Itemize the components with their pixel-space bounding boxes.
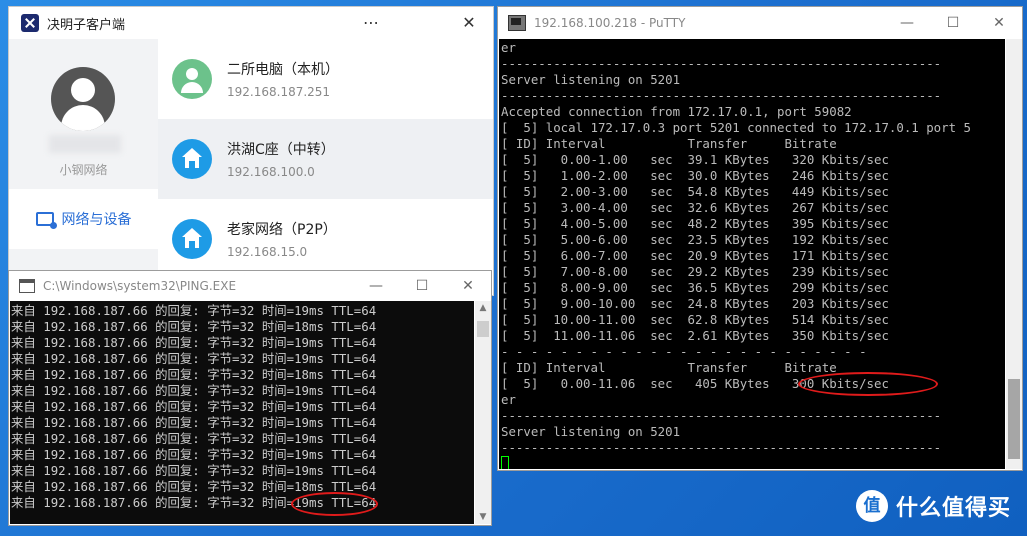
device-ip: 192.168.187.251 [227, 85, 331, 99]
device-name: 老家网络（P2P） [227, 222, 337, 238]
device-item[interactable]: 洪湖C座（中转） 192.168.100.0 [158, 119, 493, 199]
device-name: 洪湖C座（中转） [227, 142, 335, 158]
terminal-line: [ 5] 7.00-8.00 sec 29.2 KBytes 239 Kbits… [501, 264, 889, 279]
client-sidebar: 小钢网络 网络与设备 [9, 39, 158, 295]
more-icon[interactable]: ⋯ [357, 13, 385, 33]
terminal-line: ----------------------------------------… [501, 408, 942, 423]
putty-scrollbar[interactable] [1006, 39, 1022, 469]
terminal-line: [ ID] Interval Transfer Bitrate [501, 136, 837, 151]
username: 小钢网络 [59, 163, 108, 177]
highlight-ellipse-ping-time [291, 492, 378, 516]
terminal-line: er [501, 40, 516, 55]
putty-icon [508, 15, 526, 31]
ping-reply-line: 来自 192.168.187.66 的回复: 字节=32 时间=19ms TTL… [11, 447, 377, 462]
ping-reply-line: 来自 192.168.187.66 的回复: 字节=32 时间=18ms TTL… [11, 367, 377, 382]
terminal-line: ----------------------------------------… [501, 88, 942, 103]
device-name: 二所电脑（本机） [227, 62, 339, 78]
device-item[interactable]: 老家网络（P2P） 192.168.15.0 [158, 199, 493, 279]
terminal-line: [ 5] 3.00-4.00 sec 32.6 KBytes 267 Kbits… [501, 200, 889, 215]
ping-reply-line: 来自 192.168.187.66 的回复: 字节=32 时间=19ms TTL… [11, 303, 377, 318]
app-logo-icon [21, 14, 39, 32]
terminal-line: Accepted connection from 172.17.0.1, por… [501, 104, 852, 119]
ping-reply-line: 来自 192.168.187.66 的回复: 字节=32 时间=19ms TTL… [11, 463, 377, 478]
close-button[interactable]: ✕ [445, 271, 491, 301]
ping-reply-line: 来自 192.168.187.66 的回复: 字节=32 时间=18ms TTL… [11, 319, 377, 334]
terminal-line: [ 5] 8.00-9.00 sec 36.5 KBytes 299 Kbits… [501, 280, 889, 295]
maximize-button[interactable]: ☐ [399, 271, 445, 301]
terminal-line: [ 5] 9.00-10.00 sec 24.8 KBytes 203 Kbit… [501, 296, 889, 311]
putty-terminal[interactable]: er --------------------------------------… [499, 39, 1005, 469]
nav-network-devices[interactable]: 网络与设备 [9, 189, 158, 249]
person-icon [172, 59, 212, 99]
terminal-line: - - - - - - - - - - - - - - - - - - - - … [501, 344, 867, 359]
ping-reply-line: 来自 192.168.187.66 的回复: 字节=32 时间=19ms TTL… [11, 415, 377, 430]
terminal-line: [ 5] 0.00-1.00 sec 39.1 KBytes 320 Kbits… [501, 152, 889, 167]
ping-scroll-thumb[interactable] [477, 321, 489, 337]
terminal-line: ----------------------------------------… [501, 56, 942, 71]
device-list: 二所电脑（本机） 192.168.187.251 洪湖C座（中转） 192.16… [158, 39, 493, 295]
nav-network-devices-label: 网络与设备 [61, 212, 132, 228]
terminal-line: [ 5] 2.00-3.00 sec 54.8 KBytes 449 Kbits… [501, 184, 889, 199]
terminal-line: Server listening on 5201 [501, 72, 681, 87]
close-icon[interactable]: ✕ [455, 13, 483, 33]
cmd-icon [19, 279, 35, 293]
ping-reply-line: 来自 192.168.187.66 的回复: 字节=32 时间=19ms TTL… [11, 351, 377, 366]
putty-scroll-thumb[interactable] [1008, 379, 1020, 459]
putty-window: 192.168.100.218 - PuTTY — ☐ ✕ er --------… [497, 6, 1023, 471]
ping-scrollbar[interactable]: ▲ ▼ [475, 301, 491, 524]
minimize-button[interactable]: — [353, 271, 399, 301]
terminal-line: [ 5] local 172.17.0.3 port 5201 connecte… [501, 120, 971, 135]
ping-reply-line: 来自 192.168.187.66 的回复: 字节=32 时间=19ms TTL… [11, 335, 377, 350]
terminal-line: [ 5] 5.00-6.00 sec 23.5 KBytes 192 Kbits… [501, 232, 889, 247]
scroll-up-icon[interactable]: ▲ [475, 303, 491, 313]
minimize-button[interactable]: — [884, 7, 930, 39]
blurred-account-name [49, 135, 121, 153]
device-ip: 192.168.15.0 [227, 245, 308, 259]
close-button[interactable]: ✕ [976, 7, 1022, 39]
device-ip: 192.168.100.0 [227, 165, 315, 179]
client-title: 决明子客户端 [47, 17, 126, 33]
maximize-button[interactable]: ☐ [930, 7, 976, 39]
ping-window: C:\Windows\system32\PING.EXE — ☐ ✕ 来自 19… [8, 270, 492, 526]
terminal-line: Server listening on 5201 [501, 424, 681, 439]
ping-reply-line: 来自 192.168.187.66 的回复: 字节=32 时间=19ms TTL… [11, 431, 377, 446]
ping-titlebar[interactable]: C:\Windows\system32\PING.EXE — ☐ ✕ [9, 271, 491, 301]
home-icon [172, 139, 212, 179]
client-window: 决明子客户端 ⋯ ✕ 小钢网络 网络与设备 二所电脑（本机） 192.168.1… [8, 6, 494, 296]
terminal-line: ----------------------------------------… [501, 440, 942, 455]
avatar[interactable] [51, 67, 115, 131]
terminal-cursor [501, 456, 509, 469]
ping-reply-line: 来自 192.168.187.66 的回复: 字节=32 时间=19ms TTL… [11, 383, 377, 398]
putty-titlebar[interactable]: 192.168.100.218 - PuTTY — ☐ ✕ [498, 7, 1022, 39]
device-item[interactable]: 二所电脑（本机） 192.168.187.251 [158, 39, 493, 119]
ping-console[interactable]: 来自 192.168.187.66 的回复: 字节=32 时间=19ms TTL… [10, 301, 474, 524]
client-titlebar[interactable]: 决明子客户端 ⋯ ✕ [9, 7, 493, 39]
ping-title: C:\Windows\system32\PING.EXE [43, 279, 237, 293]
highlight-ellipse-bitrate [798, 372, 938, 396]
terminal-line: [ ID] Interval Transfer Bitrate [501, 360, 837, 375]
network-device-icon [35, 212, 57, 229]
watermark: 什么值得买 [856, 490, 1011, 522]
terminal-line: [ 5] 4.00-5.00 sec 48.2 KBytes 395 Kbits… [501, 216, 889, 231]
terminal-line: er [501, 392, 516, 407]
putty-title: 192.168.100.218 - PuTTY [534, 16, 686, 30]
scroll-down-icon[interactable]: ▼ [475, 512, 491, 522]
watermark-text: 什么值得买 [896, 496, 1012, 521]
terminal-line: [ 5] 1.00-2.00 sec 30.0 KBytes 246 Kbits… [501, 168, 889, 183]
terminal-line: [ 5] 10.00-11.00 sec 62.8 KBytes 514 Kbi… [501, 312, 889, 327]
terminal-line: [ 5] 6.00-7.00 sec 20.9 KBytes 171 Kbits… [501, 248, 889, 263]
terminal-line: [ 5] 11.00-11.06 sec 2.61 KBytes 350 Kbi… [501, 328, 889, 343]
home-icon [172, 219, 212, 259]
ping-reply-line: 来自 192.168.187.66 的回复: 字节=32 时间=19ms TTL… [11, 399, 377, 414]
watermark-logo-icon [856, 490, 888, 522]
